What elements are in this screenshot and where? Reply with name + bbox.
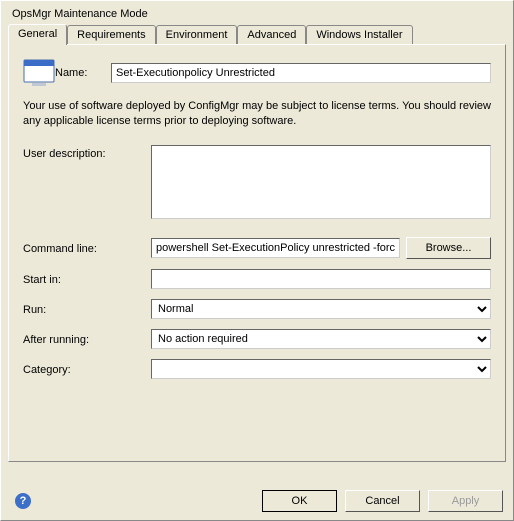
help-icon[interactable]: ? bbox=[15, 493, 31, 509]
category-label: Category: bbox=[23, 361, 151, 376]
cancel-button[interactable]: Cancel bbox=[345, 490, 420, 512]
tab-requirements[interactable]: Requirements bbox=[67, 25, 155, 44]
category-select[interactable] bbox=[151, 359, 491, 379]
tab-strip: General Requirements Environment Advance… bbox=[8, 24, 506, 44]
after-running-label: After running: bbox=[23, 331, 151, 346]
start-in-label: Start in: bbox=[23, 271, 151, 286]
command-line-label: Command line: bbox=[23, 240, 151, 255]
command-line-field[interactable] bbox=[151, 238, 400, 258]
user-description-field[interactable] bbox=[151, 145, 491, 219]
name-field[interactable] bbox=[111, 63, 491, 83]
tab-environment[interactable]: Environment bbox=[156, 25, 238, 44]
browse-button[interactable]: Browse... bbox=[406, 237, 491, 259]
license-info-text: Your use of software deployed by ConfigM… bbox=[23, 99, 491, 129]
dialog-footer: ? OK Cancel Apply bbox=[1, 482, 513, 520]
tab-windows-installer[interactable]: Windows Installer bbox=[306, 25, 412, 44]
program-icon bbox=[23, 57, 55, 89]
tab-general[interactable]: General bbox=[8, 24, 67, 45]
general-panel: Name: Your use of software deployed by C… bbox=[8, 44, 506, 462]
window-title: OpsMgr Maintenance Mode bbox=[12, 8, 506, 20]
ok-button[interactable]: OK bbox=[262, 490, 337, 512]
run-label: Run: bbox=[23, 301, 151, 316]
tab-advanced[interactable]: Advanced bbox=[237, 25, 306, 44]
apply-button[interactable]: Apply bbox=[428, 490, 503, 512]
name-label: Name: bbox=[55, 67, 111, 79]
user-description-label: User description: bbox=[23, 145, 151, 160]
start-in-field[interactable] bbox=[151, 269, 491, 289]
after-running-select[interactable]: No action required bbox=[151, 329, 491, 349]
run-select[interactable]: Normal bbox=[151, 299, 491, 319]
